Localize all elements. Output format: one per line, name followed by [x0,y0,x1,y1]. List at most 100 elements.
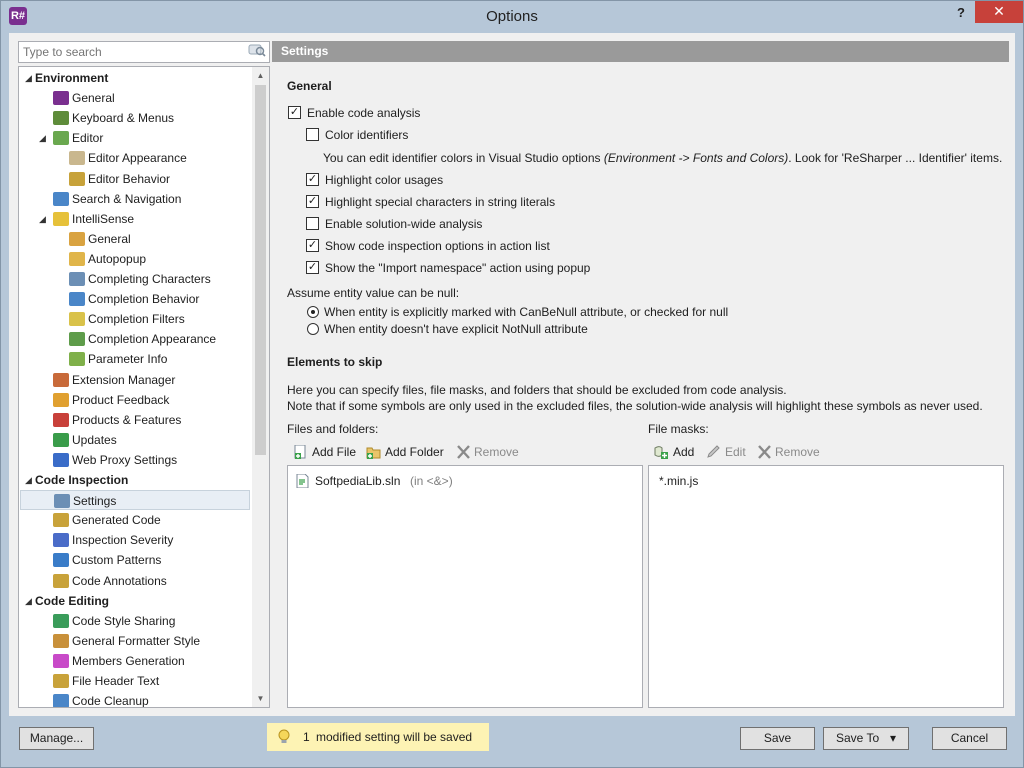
save-to-button[interactable]: Save To ▾ [823,727,909,750]
tree-item[interactable]: Completion Behavior [20,289,250,309]
files-folders-list[interactable]: SoftpediaLib.sln (in <&>) [287,465,643,708]
tree-item-label: Completion Behavior [88,292,200,306]
tree-item[interactable]: Autopopup [20,249,250,269]
tree-item-label: Editor Appearance [88,151,187,165]
tree-item[interactable]: Keyboard & Menus [20,108,250,128]
remove-mask-label: Remove [775,445,820,459]
tree-item-label: General Formatter Style [72,634,201,648]
tree-section-header[interactable]: ◢ Environment [20,68,250,88]
title-bar: R# Options ? ✕ [1,1,1023,32]
tree-section-header[interactable]: ◢ Code Editing [20,591,250,611]
expand-arrow-icon[interactable]: ◢ [25,68,32,88]
tree-item[interactable]: Settings [20,490,250,510]
modified-count: 1 [303,730,310,744]
scroll-down-icon[interactable]: ▼ [252,690,269,707]
tree-item[interactable]: Custom Patterns [20,550,250,570]
save-button[interactable]: Save [740,727,815,750]
tree-section-header[interactable]: ◢ Code Inspection [20,470,250,490]
settings-panel: Settings General ✓ Enable code analysis … [272,41,1009,708]
tree-item[interactable]: Code Annotations [20,571,250,591]
globe-icon [53,453,69,467]
tree-item-label: General [72,91,115,105]
tree-item[interactable]: Code Style Sharing [20,611,250,631]
add-mask-icon [654,446,668,459]
generated-code-icon [53,513,69,527]
tree-item[interactable]: General [20,229,250,249]
skip-description-2: Note that if some symbols are only used … [287,399,983,413]
tree-item[interactable]: Members Generation [20,651,250,671]
help-button[interactable]: ? [949,5,973,25]
highlight-special-chars-label: Highlight special characters in string l… [325,195,556,209]
tree-item-label: IntelliSense [72,212,135,226]
scroll-thumb[interactable] [255,85,266,455]
tree-item[interactable]: General [20,88,250,108]
broom-icon [53,694,69,707]
tree-item[interactable]: Product Feedback [20,390,250,410]
tree-item-label: Product Feedback [72,393,170,407]
tree-item[interactable]: Editor Appearance [20,148,250,168]
gear-icon [69,172,85,186]
tree-item-label: Updates [72,433,117,447]
radio-marked[interactable] [307,306,319,318]
tree-item[interactable]: Code Cleanup [20,691,250,707]
color-identifiers-checkbox[interactable] [306,128,319,141]
highlight-color-usages-checkbox[interactable]: ✓ [306,173,319,186]
expand-arrow-icon[interactable]: ◢ [39,128,46,148]
filter-icon [69,312,85,326]
enable-code-analysis-checkbox[interactable]: ✓ [288,106,301,119]
add-folder-label: Add Folder [385,445,444,459]
tree-item[interactable]: Inspection Severity [20,530,250,550]
tree-item[interactable]: Generated Code [20,510,250,530]
cancel-button[interactable]: Cancel [932,727,1007,750]
tree-item[interactable]: Extension Manager [20,370,250,390]
identifier-note-text: You can edit identifier colors in Visual… [323,151,604,165]
show-import-namespace-checkbox[interactable]: ✓ [306,261,319,274]
search-icon[interactable] [248,44,266,60]
manage-button[interactable]: Manage... [19,727,94,750]
highlight-color-usages-label: Highlight color usages [325,173,444,187]
file-suffix: (in <&>) [410,474,453,488]
expand-arrow-icon[interactable]: ◢ [25,470,32,490]
edit-mask-label: Edit [725,445,746,459]
annotations-icon [53,574,69,588]
add-folder-icon [366,447,381,459]
tree-item[interactable]: Parameter Info [20,349,250,369]
radio-no-notnull[interactable] [307,323,319,335]
window-title: Options [486,8,538,25]
tree-scrollbar[interactable]: ▲ ▼ [252,67,269,707]
tree-item[interactable]: Editor Behavior [20,169,250,189]
tree-item[interactable]: ◢ Editor [20,128,250,148]
identifier-note-path: (Environment -> Fonts and Colors) [603,151,789,165]
dialog-content: ▲ ▼ ◢Environment General Keyboard & Menus ◢… [9,33,1015,716]
tree-item[interactable]: Products & Features [20,410,250,430]
expand-arrow-icon[interactable]: ◢ [39,209,46,229]
list-item[interactable]: *.min.js [659,472,698,490]
scroll-up-icon[interactable]: ▲ [252,67,269,84]
tree-item[interactable]: Search & Navigation [20,189,250,209]
palette-icon [69,151,85,165]
tree-item[interactable]: Completion Appearance [20,329,250,349]
tree-item[interactable]: File Header Text [20,671,250,691]
tree-item[interactable]: General Formatter Style [20,631,250,651]
tree-item-label: Inspection Severity [72,533,174,547]
enable-solution-wide-checkbox[interactable] [306,217,319,230]
tree-item[interactable]: Updates [20,430,250,450]
magnifier-icon [53,192,69,206]
solution-file-icon [296,474,309,488]
highlight-special-chars-checkbox[interactable]: ✓ [306,195,319,208]
show-inspection-options-checkbox[interactable]: ✓ [306,239,319,252]
search-input[interactable] [23,44,238,60]
color-identifiers-label: Color identifiers [325,128,409,142]
expand-arrow-icon[interactable]: ◢ [25,591,32,611]
tree-item-label: Extension Manager [72,373,176,387]
tree-item[interactable]: Web Proxy Settings [20,450,250,470]
tree-item[interactable]: ◢ IntelliSense [20,209,250,229]
tree-item[interactable]: Completing Characters [20,269,250,289]
file-masks-list[interactable]: *.min.js [648,465,1004,708]
chevron-down-icon[interactable]: ▾ [890,728,896,749]
tree-item-label: Keyboard & Menus [72,111,175,125]
close-button[interactable]: ✕ [975,1,1023,23]
tree-item[interactable]: Completion Filters [20,309,250,329]
file-masks-label: File masks: [648,422,709,436]
save-to-label: Save To [836,731,880,745]
